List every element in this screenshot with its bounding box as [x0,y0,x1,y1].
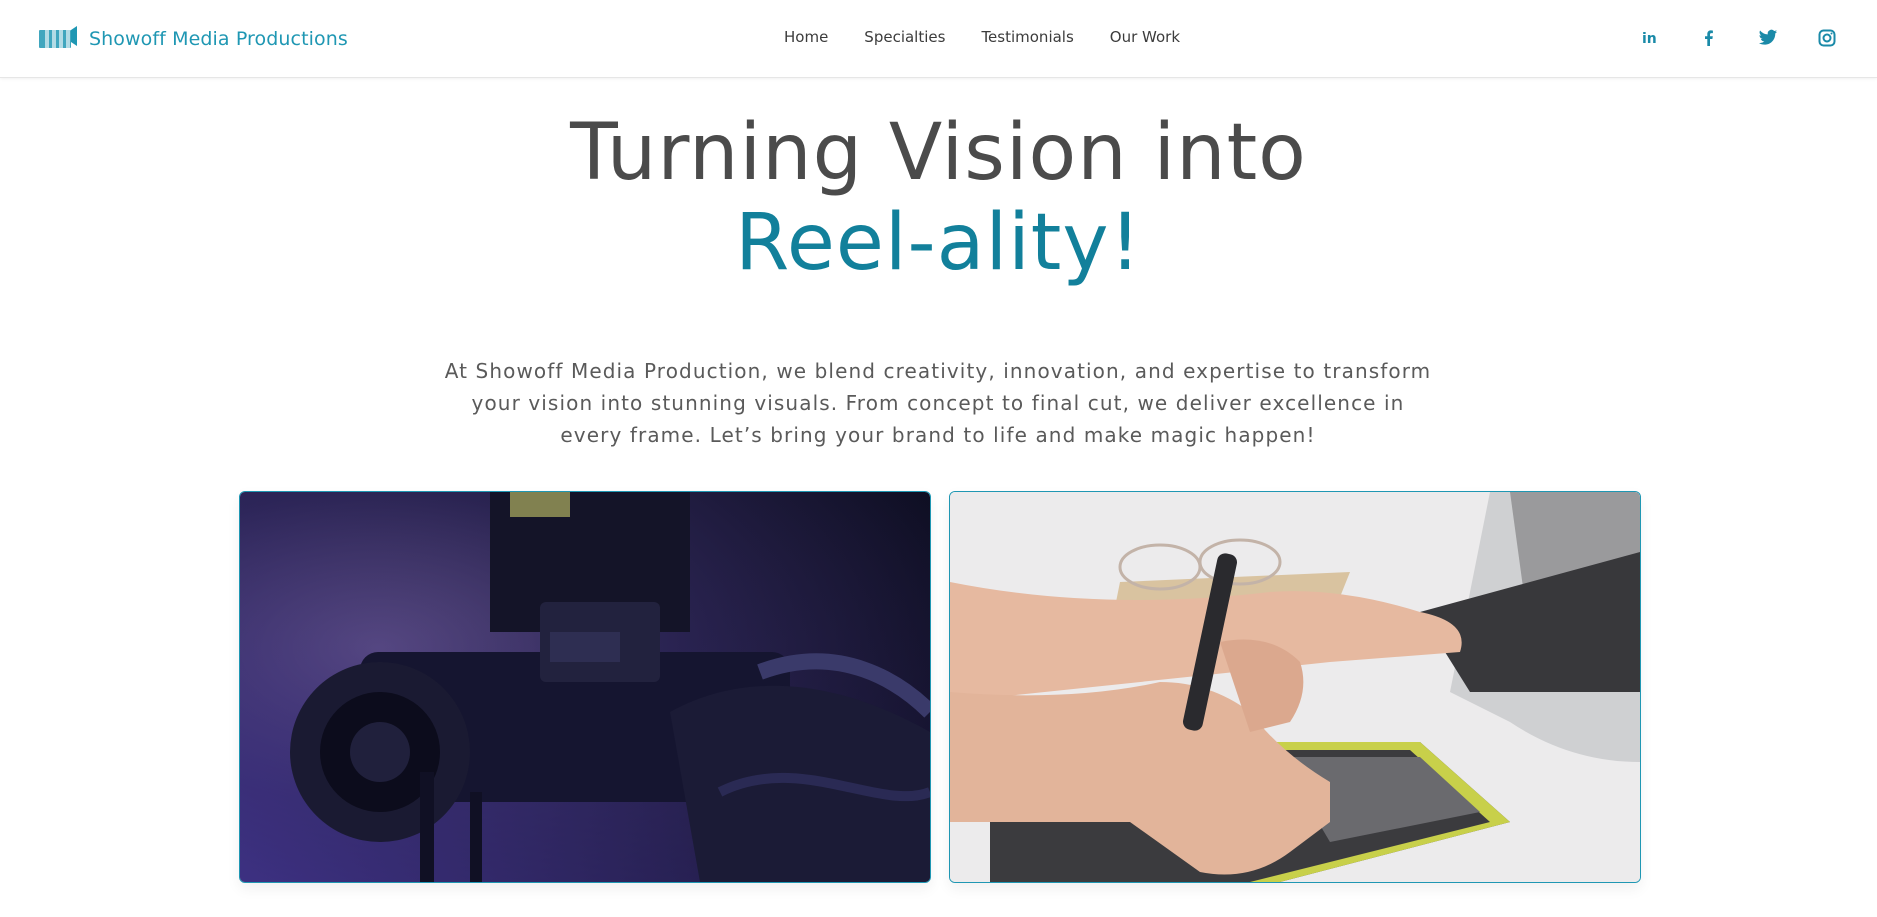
brand-logo-link[interactable]: Showoff Media Productions [37,22,348,56]
design-tablet-image-card [949,491,1641,883]
hero-description: At Showoff Media Production, we blend cr… [444,359,1432,447]
hero-title-line-1: Turning Vision into [570,108,1307,198]
hero-title-line-2: Reel-ality! [735,198,1142,288]
nav-specialties[interactable]: Specialties [864,28,945,46]
film-clapper-icon [37,22,77,56]
svg-text:in: in [1642,31,1657,47]
twitter-icon[interactable] [1738,25,1797,51]
nav-testimonials[interactable]: Testimonials [981,28,1073,46]
camera-image-card [239,491,931,883]
top-navigation-bar: Showoff Media Productions Home Specialti… [0,0,1877,78]
facebook-icon[interactable] [1679,25,1738,51]
brand-name: Showoff Media Productions [89,28,348,50]
drawing-tablet-image [950,492,1640,882]
linkedin-icon[interactable]: in [1620,25,1679,51]
main-nav: Home Specialties Testimonials Our Work [784,28,1216,46]
nav-our-work[interactable]: Our Work [1110,28,1180,46]
hero-section: Turning Vision into Reel-ality! [0,108,1877,288]
video-camera-image [240,492,930,882]
social-links: in [1620,25,1856,51]
instagram-icon[interactable] [1797,25,1856,51]
nav-home[interactable]: Home [784,28,828,46]
